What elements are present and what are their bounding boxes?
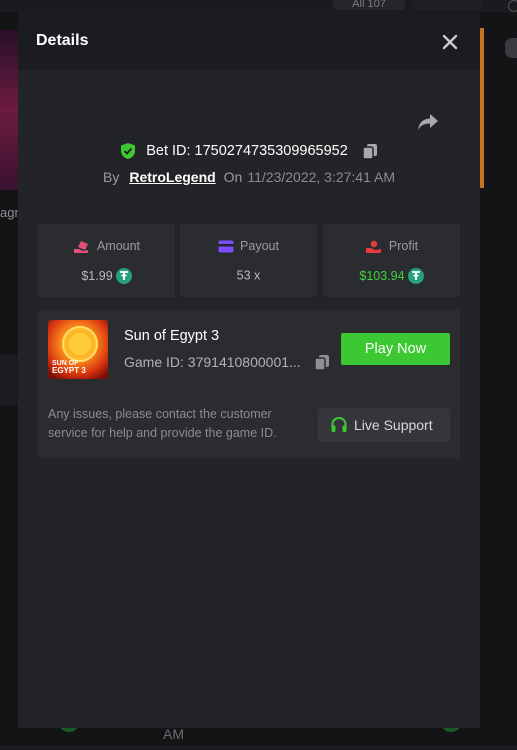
game-thumbnail[interactable]: SUN OF EGYPT 3 — [48, 320, 108, 379]
game-card: SUN OF EGYPT 3 Sun of Egypt 3 Game ID: 3… — [38, 310, 460, 458]
user-link[interactable]: RetroLegend — [129, 169, 215, 185]
amount-value: $1.99 — [38, 268, 175, 284]
background-time-text: AM — [163, 726, 184, 742]
headset-icon — [331, 416, 347, 432]
background-left-text: agn — [0, 205, 18, 220]
card-icon — [218, 240, 234, 253]
profit-stat: Profit $103.94 — [323, 224, 460, 297]
background-right-dot — [508, 0, 517, 12]
bet-date: 11/23/2022, 3:27:41 AM — [247, 169, 395, 185]
by-label: By — [102, 169, 120, 185]
bet-stats: Amount $1.99 Payout 53 x Profit $103.94 — [38, 224, 460, 297]
thumb-title-line2: EGYPT 3 — [52, 366, 86, 375]
amount-label: Amount — [96, 239, 141, 253]
close-icon[interactable] — [438, 30, 462, 54]
tether-icon — [115, 268, 132, 284]
money-hand-icon — [73, 240, 88, 253]
modal-title: Details — [36, 32, 89, 49]
background-filter-label: All 107 — [333, 0, 405, 10]
profit-header: Profit — [323, 239, 460, 254]
profit-hand-icon — [365, 240, 381, 253]
background-bottom-bar — [0, 745, 517, 750]
live-support-label: Live Support — [354, 417, 433, 433]
bet-details-modal: Details Bet ID: 1750274735309965952 By Re… — [18, 12, 480, 728]
game-name[interactable]: Sun of Egypt 3 — [124, 328, 219, 344]
tether-icon — [407, 268, 424, 284]
on-label: On — [223, 169, 243, 185]
amount-stat: Amount $1.99 — [38, 224, 175, 297]
bet-id-text: Bet ID: 1750274735309965952 — [146, 143, 348, 159]
play-now-button[interactable]: Play Now — [341, 333, 450, 365]
background-right-icon — [505, 38, 517, 58]
bet-id-row: Bet ID: 1750274735309965952 — [18, 142, 480, 162]
profit-value: $103.94 — [323, 268, 460, 284]
background-pager-arrows — [412, 0, 482, 10]
game-id: Game ID: 3791410800001... — [124, 354, 301, 370]
payout-stat: Payout 53 x — [180, 224, 317, 297]
payout-header: Payout — [180, 239, 317, 253]
payout-value: 53 x — [180, 268, 317, 283]
bet-owner-row: By RetroLegend On 11/23/2022, 3:27:41 AM — [18, 169, 480, 189]
amount-number: $1.99 — [81, 269, 113, 283]
modal-header: Details — [18, 12, 480, 70]
share-icon[interactable] — [417, 112, 439, 132]
payout-label: Payout — [240, 239, 279, 253]
amount-header: Amount — [38, 239, 175, 254]
copy-icon[interactable] — [314, 354, 330, 371]
support-message: Any issues, please contact the customer … — [48, 407, 277, 440]
background-right-card — [480, 28, 484, 188]
background-strip — [0, 355, 18, 405]
verified-shield-icon — [120, 142, 136, 160]
profit-label: Profit — [388, 239, 419, 253]
background-game-card — [0, 30, 18, 190]
payout-number: 53 x — [236, 268, 261, 283]
live-support-button[interactable]: Live Support — [318, 408, 450, 442]
copy-icon[interactable] — [362, 143, 378, 160]
profit-number: $103.94 — [359, 269, 405, 283]
